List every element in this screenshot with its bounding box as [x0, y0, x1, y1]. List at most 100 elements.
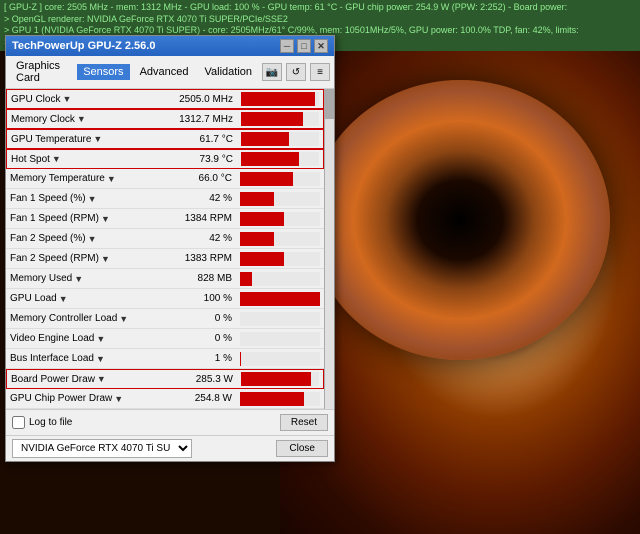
sensor-dropdown-1[interactable]: ▼ — [77, 114, 86, 124]
sensor-bar-4 — [240, 172, 293, 186]
sensor-label: Video Engine Load — [10, 333, 94, 344]
sensor-row: GPU Clock ▼ 2505.0 MHz — [6, 89, 324, 109]
sensor-name-8: Fan 2 Speed (RPM) ▼ — [6, 253, 146, 264]
title-bar: TechPowerUp GPU-Z 2.56.0 ─ □ ✕ — [6, 36, 334, 56]
sensor-bar-container-4 — [240, 172, 320, 186]
sensor-dropdown-5[interactable]: ▼ — [88, 194, 97, 204]
sensor-bar-container-14 — [241, 372, 319, 386]
sensor-bar-container-11 — [240, 312, 320, 326]
sensor-name-14: Board Power Draw ▼ — [7, 374, 147, 385]
sensor-dropdown-0[interactable]: ▼ — [62, 94, 71, 104]
sensor-row: Hot Spot ▼ 73.9 °C — [6, 149, 324, 169]
sensor-bar-3 — [241, 152, 299, 166]
sensor-label: Bus Interface Load — [10, 353, 94, 364]
sensor-label: Board Power Draw — [11, 374, 95, 385]
sensor-bar-2 — [241, 132, 289, 146]
close-window-button[interactable]: Close — [276, 440, 328, 457]
camera-icon-button[interactable]: 📷 — [262, 63, 282, 81]
sensor-dropdown-12[interactable]: ▼ — [96, 334, 105, 344]
minimize-button[interactable]: ─ — [280, 39, 294, 53]
sensor-dropdown-11[interactable]: ▼ — [119, 314, 128, 324]
log-checkbox[interactable] — [12, 416, 25, 429]
sensor-bar-container-5 — [240, 192, 320, 206]
sensor-bar-container-9 — [240, 272, 320, 286]
sensor-value-4: 66.0 °C — [146, 173, 236, 184]
sensor-list: GPU Clock ▼ 2505.0 MHz Memory Clock ▼ 13… — [6, 89, 324, 409]
sensor-bar-container-7 — [240, 232, 320, 246]
sensor-name-4: Memory Temperature ▼ — [6, 173, 146, 184]
log-label: Log to file — [29, 417, 72, 428]
sensor-value-2: 61.7 °C — [147, 134, 237, 145]
maximize-button[interactable]: □ — [297, 39, 311, 53]
sensor-bar-container-0 — [241, 92, 319, 106]
top-bar-line2: > OpenGL renderer: NVIDIA GeForce RTX 40… — [4, 14, 636, 26]
sensor-row: Memory Temperature ▼ 66.0 °C — [6, 169, 324, 189]
sensor-bar-14 — [241, 372, 311, 386]
sensor-bar-container-10 — [240, 292, 320, 306]
gpu-selector[interactable]: NVIDIA GeForce RTX 4070 Ti SUPER — [12, 439, 192, 458]
sensor-name-11: Memory Controller Load ▼ — [6, 313, 146, 324]
title-bar-controls: ─ □ ✕ — [280, 39, 328, 53]
sensor-bar-0 — [241, 92, 315, 106]
sensor-value-12: 0 % — [146, 333, 236, 344]
sensor-label: GPU Clock — [11, 94, 60, 105]
eye-iris — [310, 80, 610, 360]
sensor-dropdown-13[interactable]: ▼ — [96, 354, 105, 364]
sensor-name-0: GPU Clock ▼ — [7, 94, 147, 105]
sensor-dropdown-15[interactable]: ▼ — [114, 394, 123, 404]
menu-icon-button[interactable]: ≡ — [310, 63, 330, 81]
sensor-label: Memory Clock — [11, 114, 75, 125]
sensor-value-1: 1312.7 MHz — [147, 114, 237, 125]
menu-advanced[interactable]: Advanced — [134, 64, 195, 80]
sensor-row: Fan 2 Speed (%) ▼ 42 % — [6, 229, 324, 249]
sensor-value-13: 1 % — [146, 353, 236, 364]
sensor-dropdown-7[interactable]: ▼ — [88, 234, 97, 244]
sensor-row: Memory Clock ▼ 1312.7 MHz — [6, 109, 324, 129]
sensor-value-7: 42 % — [146, 233, 236, 244]
close-button[interactable]: ✕ — [314, 39, 328, 53]
sensor-dropdown-4[interactable]: ▼ — [107, 174, 116, 184]
sensor-name-3: Hot Spot ▼ — [7, 154, 147, 165]
sensor-dropdown-10[interactable]: ▼ — [59, 294, 68, 304]
sensor-dropdown-9[interactable]: ▼ — [74, 274, 83, 284]
sensor-bar-container-8 — [240, 252, 320, 266]
sensor-name-13: Bus Interface Load ▼ — [6, 353, 146, 364]
sensor-bar-container-2 — [241, 132, 319, 146]
sensor-row: Memory Used ▼ 828 MB — [6, 269, 324, 289]
sensor-row: GPU Chip Power Draw ▼ 254.8 W — [6, 389, 324, 409]
window-title: TechPowerUp GPU-Z 2.56.0 — [12, 40, 155, 52]
sensor-bar-8 — [240, 252, 284, 266]
sensor-label: Hot Spot — [11, 154, 50, 165]
refresh-icon-button[interactable]: ↺ — [286, 63, 306, 81]
menu-validation[interactable]: Validation — [199, 64, 259, 80]
sensor-value-5: 42 % — [146, 193, 236, 204]
sensor-row: Memory Controller Load ▼ 0 % — [6, 309, 324, 329]
sensor-name-6: Fan 1 Speed (RPM) ▼ — [6, 213, 146, 224]
sensor-dropdown-6[interactable]: ▼ — [101, 214, 110, 224]
sensor-row: GPU Load ▼ 100 % — [6, 289, 324, 309]
sensor-name-10: GPU Load ▼ — [6, 293, 146, 304]
sensor-value-15: 254.8 W — [146, 393, 236, 404]
reset-button[interactable]: Reset — [280, 414, 328, 431]
main-window: TechPowerUp GPU-Z 2.56.0 ─ □ ✕ Graphics … — [5, 35, 335, 462]
sensor-name-5: Fan 1 Speed (%) ▼ — [6, 193, 146, 204]
sensor-name-9: Memory Used ▼ — [6, 273, 146, 284]
sensor-value-9: 828 MB — [146, 273, 236, 284]
scrollbar[interactable] — [324, 89, 334, 409]
sensor-bar-13 — [240, 352, 241, 366]
sensor-dropdown-8[interactable]: ▼ — [101, 254, 110, 264]
sensor-value-10: 100 % — [146, 293, 236, 304]
menu-sensors[interactable]: Sensors — [77, 64, 129, 80]
sensor-value-14: 285.3 W — [147, 374, 237, 385]
top-bar-line1: [ GPU-Z ] core: 2505 MHz - mem: 1312 MHz… — [4, 2, 636, 14]
sensor-dropdown-2[interactable]: ▼ — [93, 134, 102, 144]
sensor-dropdown-3[interactable]: ▼ — [52, 154, 61, 164]
sensor-label: GPU Chip Power Draw — [10, 393, 112, 404]
sensor-bar-container-3 — [241, 152, 319, 166]
bottom-area: Log to file Reset — [6, 409, 334, 435]
sensor-value-8: 1383 RPM — [146, 253, 236, 264]
menu-graphics-card[interactable]: Graphics Card — [10, 58, 73, 86]
sensor-label: GPU Load — [10, 293, 57, 304]
sensor-bar-15 — [240, 392, 304, 406]
sensor-dropdown-14[interactable]: ▼ — [97, 374, 106, 384]
